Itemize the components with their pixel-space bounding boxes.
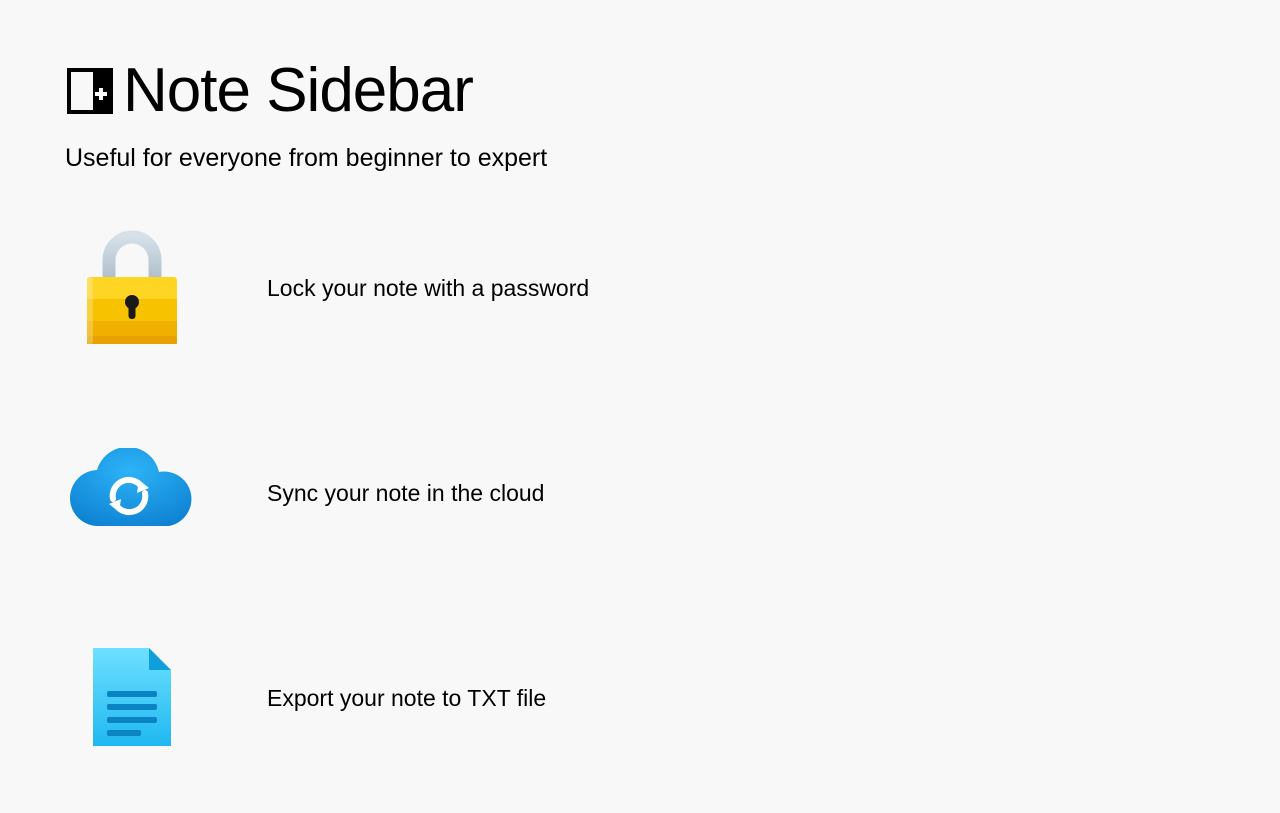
sidebar-plus-icon (65, 66, 115, 116)
app-header: Note Sidebar (65, 55, 1215, 126)
feature-export: Export your note to TXT file (67, 638, 1215, 758)
feature-sync: Sync your note in the cloud (67, 433, 1215, 553)
page-title: Note Sidebar (123, 55, 473, 126)
page-subtitle: Useful for everyone from beginner to exp… (65, 144, 1215, 173)
lock-icon (67, 228, 197, 348)
feature-list: Lock your note with a password (65, 228, 1215, 758)
feature-export-label: Export your note to TXT file (267, 685, 546, 712)
export-file-icon (67, 638, 197, 758)
feature-sync-label: Sync your note in the cloud (267, 480, 544, 507)
feature-lock-label: Lock your note with a password (267, 275, 589, 302)
cloud-sync-icon (67, 433, 197, 553)
feature-lock: Lock your note with a password (67, 228, 1215, 348)
